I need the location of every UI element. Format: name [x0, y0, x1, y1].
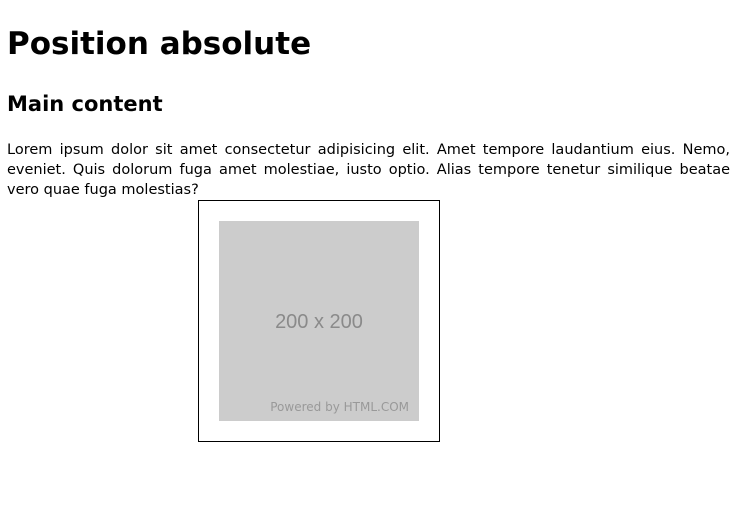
body-paragraph: Lorem ipsum dolor sit amet consectetur a…	[7, 142, 730, 198]
image-credit-label: Powered by HTML.COM	[270, 400, 409, 414]
page-title: Position absolute	[7, 26, 312, 62]
image-dimensions-label: 200 x 200	[275, 311, 363, 333]
placeholder-image: 200 x 200 Powered by HTML.COM	[219, 221, 419, 421]
section-heading: Main content	[7, 92, 163, 116]
absolute-positioned-box: 200 x 200 Powered by HTML.COM	[198, 200, 440, 442]
